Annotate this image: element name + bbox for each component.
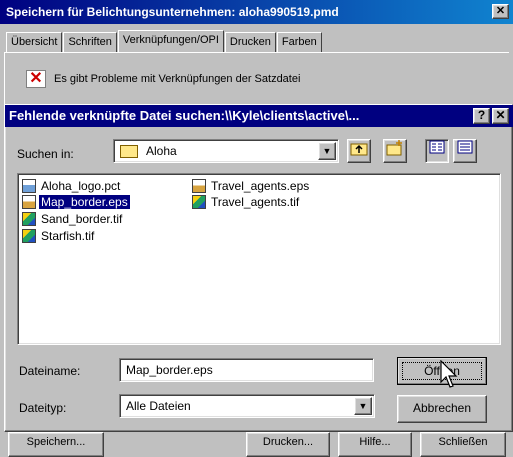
tab-colors[interactable]: Farben bbox=[276, 32, 322, 52]
file-name: Sand_border.tif bbox=[41, 212, 123, 226]
cancel-button[interactable]: Abbrechen bbox=[397, 395, 487, 423]
look-in-dropdown[interactable]: Aloha ▼ bbox=[113, 139, 339, 163]
link-warning: ✕ Es gibt Probleme mit Verknüpfungen der… bbox=[26, 70, 300, 88]
parent-tab-strip: Übersicht Schriften Verknüpfungen/OPI Dr… bbox=[6, 30, 323, 52]
folder-icon bbox=[120, 145, 138, 158]
file-list[interactable]: Aloha_logo.pct Map_border.eps Sand_borde… bbox=[17, 173, 501, 345]
file-name: Starfish.tif bbox=[41, 229, 95, 243]
up-folder-icon[interactable] bbox=[347, 139, 371, 163]
filetype-label: Dateityp: bbox=[19, 401, 67, 415]
pct-file-icon bbox=[22, 179, 36, 193]
tif-file-icon bbox=[22, 212, 36, 226]
print-button[interactable]: Drucken... bbox=[246, 432, 330, 457]
tab-overview[interactable]: Übersicht bbox=[6, 32, 63, 52]
new-folder-icon[interactable] bbox=[383, 139, 407, 163]
file-name: Travel_agents.tif bbox=[211, 195, 300, 209]
file-name: Aloha_logo.pct bbox=[41, 179, 121, 193]
parent-dialog-title: Speichern für Belichtungsunternehmen: al… bbox=[0, 0, 513, 24]
eps-file-icon bbox=[192, 179, 206, 193]
list-item[interactable]: Travel_agents.tif bbox=[192, 194, 301, 210]
filetype-value: Alle Dateien bbox=[126, 399, 191, 413]
look-in-label: Suchen in: bbox=[17, 147, 74, 161]
error-x-icon: ✕ bbox=[26, 70, 46, 88]
tab-print[interactable]: Drucken bbox=[224, 32, 276, 52]
help-button[interactable]: Hilfe... bbox=[338, 432, 412, 457]
list-item[interactable]: Aloha_logo.pct bbox=[22, 178, 122, 194]
filename-field[interactable] bbox=[119, 358, 374, 382]
look-in-value: Aloha bbox=[146, 144, 177, 158]
parent-close-icon[interactable]: ✕ bbox=[492, 4, 509, 19]
chevron-down-icon[interactable]: ▼ bbox=[354, 397, 372, 415]
list-item[interactable]: Map_border.eps bbox=[22, 194, 131, 210]
close-button[interactable]: Schließen bbox=[420, 432, 506, 457]
filename-label: Dateiname: bbox=[19, 364, 81, 378]
list-view-icon[interactable] bbox=[425, 139, 449, 163]
tab-fonts[interactable]: Schriften bbox=[63, 32, 117, 52]
list-item[interactable]: Starfish.tif bbox=[22, 228, 96, 244]
list-item[interactable]: Travel_agents.eps bbox=[192, 178, 311, 194]
filetype-dropdown[interactable]: Alle Dateien ▼ bbox=[119, 394, 375, 418]
mouse-pointer-icon bbox=[440, 360, 458, 388]
file-name: Map_border.eps bbox=[38, 194, 131, 210]
close-icon[interactable]: ✕ bbox=[492, 108, 509, 124]
dialog-title: Fehlende verknüpfte Datei suchen:\\Kyle\… bbox=[5, 105, 513, 127]
save-button[interactable]: Speichern... bbox=[8, 432, 104, 457]
file-name: Travel_agents.eps bbox=[211, 179, 310, 193]
help-icon[interactable]: ? bbox=[473, 108, 490, 124]
parent-button-bar: Speichern... Drucken... Hilfe... Schließ… bbox=[0, 432, 513, 457]
tif-file-icon bbox=[22, 229, 36, 243]
list-item[interactable]: Sand_border.tif bbox=[22, 211, 124, 227]
chevron-down-icon[interactable]: ▼ bbox=[318, 142, 336, 160]
find-missing-file-dialog: Fehlende verknüpfte Datei suchen:\\Kyle\… bbox=[4, 104, 513, 432]
tab-links-opi[interactable]: Verknüpfungen/OPI bbox=[117, 30, 224, 52]
link-warning-text: Es gibt Probleme mit Verknüpfungen der S… bbox=[54, 73, 301, 85]
eps-file-icon bbox=[22, 195, 36, 209]
details-view-icon[interactable] bbox=[453, 139, 477, 163]
tif-file-icon bbox=[192, 195, 206, 209]
